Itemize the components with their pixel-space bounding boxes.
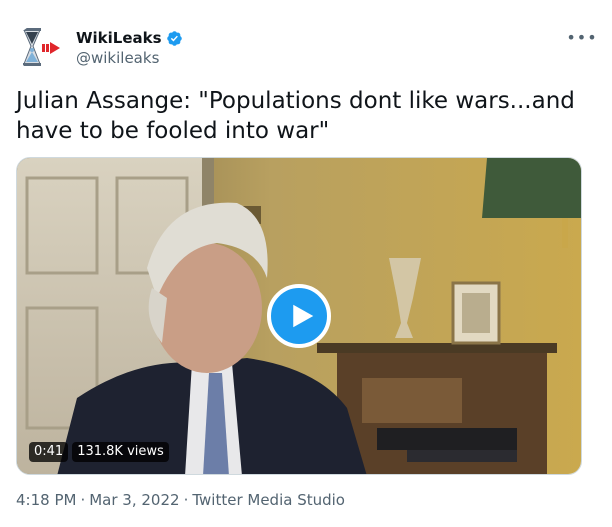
account-handle[interactable]: @wikileaks (76, 48, 159, 68)
separator: · (80, 491, 86, 509)
video-player[interactable]: 0:41 131.8K views (16, 157, 582, 475)
tweet-date[interactable]: Mar 3, 2022 (89, 490, 179, 510)
tweet-timestamp: 4:18 PM · Mar 3, 2022 · Twitter Media St… (16, 490, 345, 510)
verified-badge-icon (166, 30, 183, 47)
account-name-row[interactable]: WikiLeaks (76, 28, 183, 48)
tweet-text: Julian Assange: "Populations dont like w… (16, 88, 575, 144)
play-icon (292, 304, 313, 328)
more-options-icon: ••• (566, 28, 598, 47)
separator: · (183, 491, 189, 509)
tweet-card: WikiLeaks @wikileaks ••• Julian Assange:… (0, 0, 612, 527)
play-button[interactable] (267, 284, 331, 348)
avatar[interactable] (16, 24, 64, 72)
wikileaks-hourglass-logo-icon (23, 28, 60, 66)
more-options-button[interactable]: ••• (566, 28, 596, 48)
video-meta: 0:41 131.8K views (29, 442, 169, 462)
tweet-time[interactable]: 4:18 PM (16, 490, 76, 510)
tweet-source[interactable]: Twitter Media Studio (192, 490, 345, 510)
video-duration: 0:41 (29, 442, 69, 462)
video-views: 131.8K views (72, 442, 169, 462)
account-name[interactable]: WikiLeaks (76, 28, 162, 48)
